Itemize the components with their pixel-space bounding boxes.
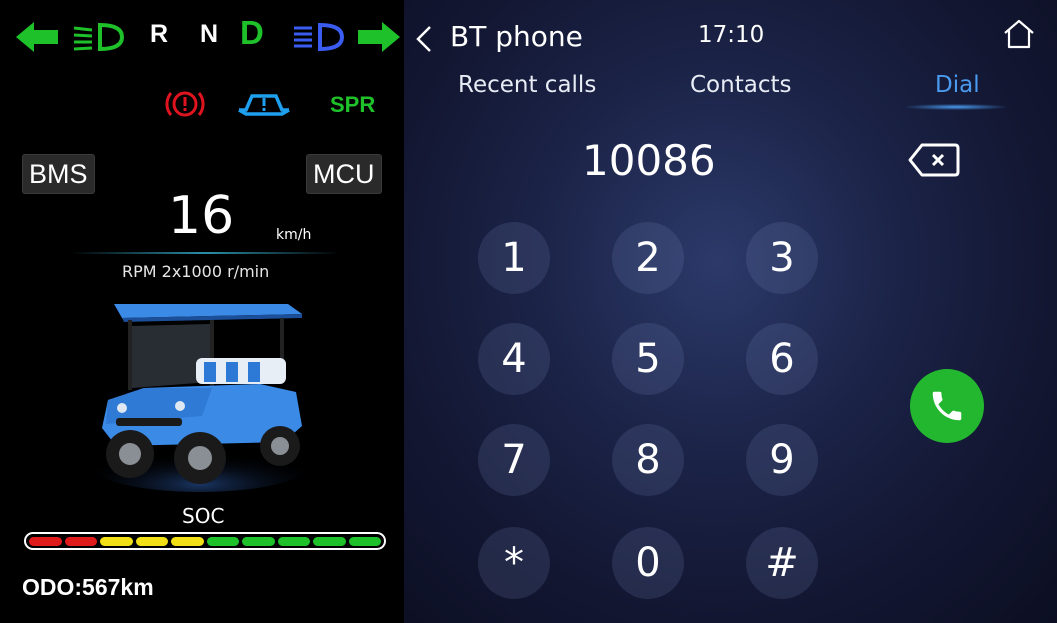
gear-r: R	[150, 20, 169, 48]
soc-segment	[277, 536, 310, 546]
brake-warning-icon	[165, 91, 205, 117]
right-turn-signal-icon	[358, 22, 400, 52]
soc-segment	[206, 536, 239, 546]
soc-segment	[171, 536, 204, 546]
speed-divider	[70, 252, 340, 254]
clock: 17:10	[698, 22, 765, 48]
dial-key-3[interactable]: 3	[746, 222, 818, 294]
soc-segment	[100, 536, 133, 546]
instrument-panel: R N D SPR BMS MCU 16 km/h RPM 2x1000 r/m…	[0, 0, 404, 623]
soc-segment	[64, 536, 97, 546]
low-beam-icon	[73, 22, 124, 52]
soc-segment	[242, 536, 275, 546]
dial-key-hash[interactable]: #	[746, 527, 818, 599]
soc-gauge	[24, 532, 386, 550]
soc-segment	[29, 536, 62, 546]
dial-number-display: 10086	[582, 136, 716, 185]
phone-icon	[932, 391, 962, 421]
back-chevron-icon[interactable]	[414, 24, 434, 54]
rpm-label: RPM 2x1000 r/min	[122, 262, 270, 281]
gear-d: D	[240, 14, 264, 51]
dial-key-8[interactable]: 8	[612, 424, 684, 496]
soc-label: SOC	[182, 504, 225, 528]
soc-segment	[348, 536, 381, 546]
golf-cart-image	[92, 304, 308, 492]
tab-dial[interactable]: Dial	[935, 72, 980, 98]
spr-indicator: SPR	[330, 92, 376, 117]
dial-key-7[interactable]: 7	[478, 424, 550, 496]
soc-segment	[135, 536, 168, 546]
tab-recent-calls[interactable]: Recent calls	[458, 72, 596, 98]
bms-button[interactable]: BMS	[22, 154, 95, 194]
backspace-icon[interactable]	[908, 142, 960, 178]
dial-key-4[interactable]: 4	[478, 323, 550, 395]
soc-segment	[313, 536, 346, 546]
dial-key-1[interactable]: 1	[478, 222, 550, 294]
vehicle-fault-icon	[238, 94, 290, 116]
home-icon[interactable]	[1002, 18, 1036, 50]
bt-phone-panel: BT phone 17:10 Recent calls Contacts Dia…	[404, 0, 1057, 623]
gear-n: N	[200, 20, 219, 48]
high-beam-icon	[294, 22, 344, 52]
dial-key-2[interactable]: 2	[612, 222, 684, 294]
page-title: BT phone	[450, 20, 583, 53]
dial-key-6[interactable]: 6	[746, 323, 818, 395]
speed-unit: km/h	[276, 227, 312, 243]
mcu-button[interactable]: MCU	[306, 154, 382, 194]
dial-key-9[interactable]: 9	[746, 424, 818, 496]
left-turn-signal-icon	[16, 22, 58, 52]
tab-active-indicator	[906, 104, 1006, 110]
dial-key-star[interactable]: *	[478, 527, 550, 599]
dial-key-0[interactable]: 0	[612, 527, 684, 599]
dial-key-5[interactable]: 5	[612, 323, 684, 395]
call-button[interactable]	[910, 369, 984, 443]
speed-value: 16	[168, 186, 235, 246]
tab-contacts[interactable]: Contacts	[690, 72, 791, 98]
odometer: ODO:567km	[22, 574, 154, 600]
